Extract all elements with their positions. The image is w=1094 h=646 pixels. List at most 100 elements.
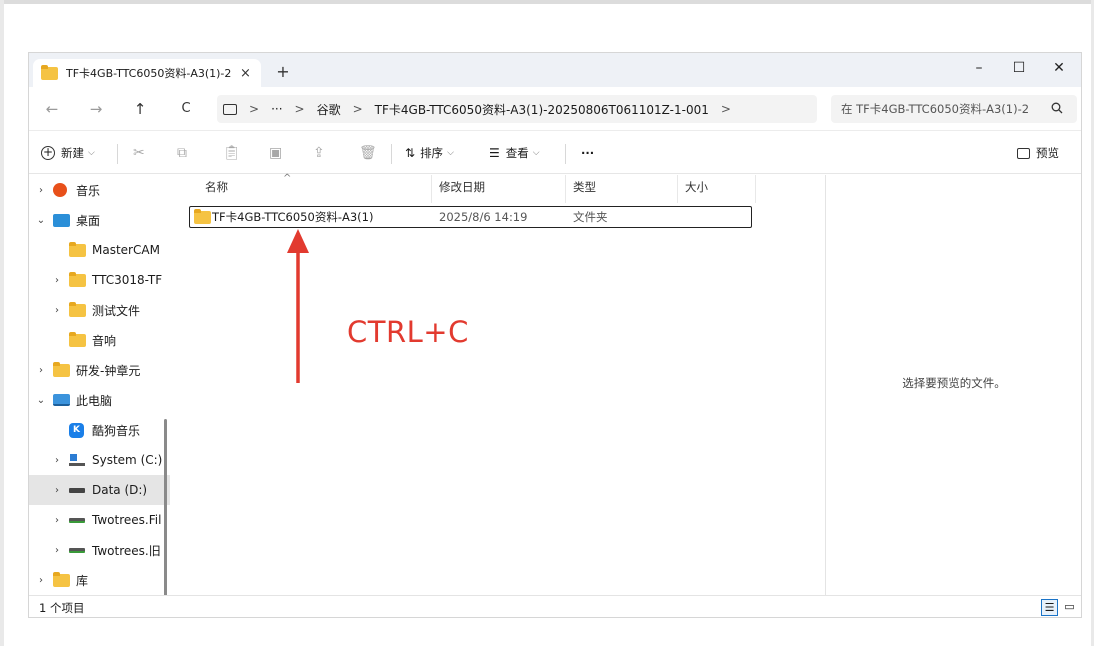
column-header-type[interactable]: 类型 [573, 175, 596, 203]
sidebar-item-label: TTC3018-TF [92, 273, 163, 287]
file-explorer-window: TF卡4GB-TTC6050资料-A3(1)-2 × + – ☐ ✕ ← → ↑… [28, 52, 1082, 618]
sidebar-item-label: 此电脑 [76, 393, 113, 408]
view-list-icon: ☰ [489, 146, 500, 160]
breadcrumb-separator: > [294, 102, 305, 116]
status-bar: 1 个项目 ☰ ▭ [29, 595, 1081, 617]
sidebar-item-label: 音响 [92, 333, 117, 348]
sidebar-item-label: System (C:) [92, 453, 163, 467]
navigation-scrollbar[interactable] [164, 419, 167, 595]
rename-icon[interactable]: ▣ [269, 132, 282, 174]
breadcrumb-more-button[interactable]: ··· [271, 102, 282, 116]
new-tab-button[interactable]: + [272, 61, 294, 83]
breadcrumb-separator[interactable]: > [721, 102, 731, 116]
chevron-down-icon[interactable]: ⌄ [29, 215, 53, 226]
chevron-right-icon[interactable]: › [29, 365, 53, 376]
breadcrumb-item-google[interactable]: 谷歌 [317, 101, 341, 118]
column-header-modified[interactable]: 修改日期 [439, 175, 485, 203]
search-input[interactable]: 在 TF卡4GB-TTC6050资料-A3(1)-2 [831, 95, 1077, 123]
maximize-button[interactable]: ☐ [999, 53, 1039, 83]
sort-button[interactable]: ⇅ 排序 ⌵ [405, 132, 454, 174]
folder-icon [69, 271, 86, 287]
sidebar-item-label: 库 [76, 573, 89, 588]
chevron-right-icon[interactable]: › [45, 515, 69, 526]
close-window-button[interactable]: ✕ [1039, 53, 1079, 83]
column-header-size[interactable]: 大小 [685, 175, 708, 203]
desktop-icon [53, 213, 70, 227]
sidebar-item-twotrees-files[interactable]: › Twotrees.Fil [29, 505, 170, 535]
tab-close-icon[interactable]: × [240, 66, 251, 81]
file-name: TF卡4GB-TTC6050资料-A3(1) [212, 210, 374, 224]
sidebar-item-this-pc[interactable]: ⌄ 此电脑 [29, 385, 170, 415]
sidebar-item-label: 桌面 [76, 213, 101, 228]
back-button[interactable]: ← [41, 97, 63, 121]
sidebar-item-desktop[interactable]: ⌄ 桌面 [29, 205, 170, 235]
chevron-right-icon[interactable]: › [45, 305, 69, 316]
copy-icon[interactable]: ⧉ [177, 132, 187, 174]
chevron-down-icon: ⌵ [532, 148, 540, 158]
chevron-right-icon[interactable]: › [45, 275, 69, 286]
cut-icon[interactable]: ✂ [133, 132, 145, 174]
chevron-down-icon[interactable]: ⌄ [29, 395, 53, 406]
column-divider[interactable] [755, 175, 756, 203]
plus-circle-icon: + [41, 145, 55, 160]
details-view-icon[interactable]: ☰ [1041, 599, 1058, 616]
outer-frame-top [0, 0, 1094, 4]
delete-icon[interactable]: 🗑︎ [359, 132, 377, 174]
breadcrumb-separator: > [249, 102, 260, 116]
chevron-right-icon[interactable]: › [29, 185, 53, 196]
view-button[interactable]: ☰ 查看 ⌵ [489, 132, 540, 174]
chevron-right-icon[interactable]: › [45, 485, 69, 496]
sidebar-item-kugou[interactable]: K 酷狗音乐 [29, 415, 170, 445]
annotation-label: CTRL+C [347, 315, 469, 349]
preview-empty-text: 选择要预览的文件。 [902, 376, 1006, 390]
breadcrumb[interactable]: > ··· > 谷歌 > TF卡4GB-TTC6050资料-A3(1)-2025… [217, 95, 817, 123]
sidebar-item-music[interactable]: › 音乐 [29, 175, 170, 205]
chevron-right-icon[interactable]: › [45, 455, 69, 466]
preview-pane-button[interactable]: 预览 [1017, 132, 1059, 174]
sidebar-item-data-d[interactable]: › Data (D:) [29, 475, 170, 505]
sidebar-item-rnd[interactable]: › 研发-钟章元 [29, 355, 170, 385]
sidebar-item-library[interactable]: › 库 [29, 565, 170, 595]
share-icon[interactable]: ⇪ [313, 132, 325, 174]
folder-icon [69, 331, 86, 347]
item-count: 1 个项目 [39, 601, 85, 615]
view-button-label: 查看 [505, 146, 529, 160]
minimize-button[interactable]: – [959, 53, 999, 83]
column-header-name[interactable]: 名称 [205, 175, 228, 203]
navigation-pane: › 音乐 ⌄ 桌面 MasterCAM › TTC3018-TF › 测试文件 [29, 175, 170, 595]
sidebar-item-audio[interactable]: 音响 [29, 325, 170, 355]
sidebar-item-label: Twotrees.旧 [92, 543, 161, 558]
toolbar-divider [117, 144, 118, 164]
table-row[interactable]: TF卡4GB-TTC6050资料-A3(1) 2025/8/6 14:19 文件… [189, 206, 752, 228]
refresh-button[interactable]: C [175, 97, 197, 121]
more-options-button[interactable]: ··· [581, 132, 594, 174]
chevron-right-icon[interactable]: › [45, 545, 69, 556]
sidebar-item-label: Twotrees.Fil [92, 513, 162, 527]
sort-ascending-icon: ^ [283, 173, 292, 184]
file-modified: 2025/8/6 14:19 [439, 210, 528, 224]
new-button[interactable]: + 新建 ⌵ [41, 132, 95, 174]
paste-icon[interactable]: 📋︎ [223, 132, 241, 174]
annotation-arrow-icon [287, 229, 309, 383]
address-bar-row: ← → ↑ C > ··· > 谷歌 > TF卡4GB-TTC6050资料-A3… [29, 87, 1081, 131]
sidebar-item-label: 研发-钟章元 [76, 363, 141, 378]
column-divider[interactable] [565, 175, 566, 203]
column-divider[interactable] [431, 175, 432, 203]
tab-current-folder[interactable]: TF卡4GB-TTC6050资料-A3(1)-2 × [33, 59, 261, 87]
folder-icon [194, 209, 211, 224]
search-icon [1051, 102, 1063, 117]
column-divider[interactable] [677, 175, 678, 203]
sidebar-item-twotrees-old[interactable]: › Twotrees.旧 [29, 535, 170, 565]
chevron-right-icon[interactable]: › [29, 575, 53, 586]
sort-icon: ⇅ [405, 146, 416, 160]
sidebar-item-system-c[interactable]: › System (C:) [29, 445, 170, 475]
sidebar-item-ttc3018[interactable]: › TTC3018-TF [29, 265, 170, 295]
sidebar-item-mastercam[interactable]: MasterCAM [29, 235, 170, 265]
up-button[interactable]: ↑ [129, 97, 151, 121]
new-button-label: 新建 [61, 146, 84, 160]
sidebar-item-label: 音乐 [76, 183, 101, 198]
sidebar-item-test-files[interactable]: › 测试文件 [29, 295, 170, 325]
tiles-view-icon[interactable]: ▭ [1061, 599, 1078, 616]
breadcrumb-item-current[interactable]: TF卡4GB-TTC6050资料-A3(1)-20250806T061101Z-… [375, 101, 709, 118]
forward-button[interactable]: → [85, 97, 107, 121]
